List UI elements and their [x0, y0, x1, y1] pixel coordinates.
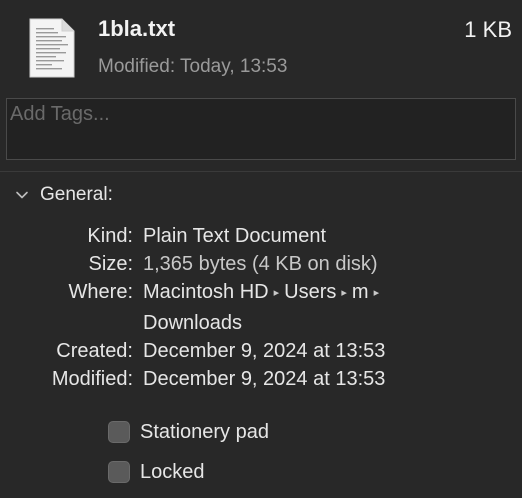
size-row: Size: 1,365 bytes (4 KB on disk)	[0, 250, 522, 278]
section-divider	[0, 171, 522, 172]
modified-label: Modified:	[51, 368, 133, 390]
file-size: 1 KB	[464, 17, 512, 42]
path-separator-icon: ▸	[373, 287, 380, 299]
kind-row: Kind: Plain Text Document	[0, 222, 522, 250]
chevron-down-icon	[16, 191, 28, 199]
where-row: Where: Macintosh HD ▸ Users ▸ m ▸ Downloads	[0, 278, 522, 337]
locked-label: Locked	[140, 460, 205, 483]
where-path: Macintosh HD ▸ Users ▸ m ▸ Downloads	[143, 278, 503, 337]
modified-summary-value: Today, 13:53	[180, 56, 288, 77]
kind-label: Kind:	[87, 225, 133, 247]
path-separator-icon: ▸	[341, 287, 347, 299]
modified-row: Modified: December 9, 2024 at 13:53	[0, 365, 522, 393]
stationery-pad-checkbox-box[interactable]	[108, 421, 130, 443]
path-component[interactable]: Macintosh HD	[143, 281, 269, 303]
path-separator-icon: ▸	[273, 287, 280, 299]
path-component[interactable]: Users	[284, 281, 336, 303]
where-label: Where:	[68, 281, 133, 303]
stationery-pad-checkbox[interactable]: Stationery pad	[108, 418, 269, 446]
created-label: Created:	[56, 340, 133, 362]
add-tags-input[interactable]	[6, 98, 516, 160]
general-info: Kind: Plain Text Document Size: 1,365 by…	[0, 222, 522, 393]
general-section-title: General:	[40, 184, 113, 205]
size-value: 1,365 bytes (4 KB on disk)	[143, 253, 378, 275]
kind-value: Plain Text Document	[143, 225, 327, 247]
stationery-pad-label: Stationery pad	[140, 420, 269, 443]
created-value: December 9, 2024 at 13:53	[143, 340, 386, 362]
created-row: Created: December 9, 2024 at 13:53	[0, 337, 522, 365]
modified-value: December 9, 2024 at 13:53	[143, 368, 386, 390]
general-section-toggle[interactable]: General:	[14, 181, 113, 209]
locked-checkbox-box[interactable]	[108, 461, 130, 483]
size-label: Size:	[88, 253, 133, 275]
path-component[interactable]: m	[352, 281, 369, 303]
file-name: 1bla.txt	[98, 16, 176, 41]
locked-checkbox[interactable]: Locked	[108, 458, 205, 486]
path-component[interactable]: Downloads	[143, 312, 242, 334]
modified-summary-label: Modified:	[98, 56, 176, 77]
file-modified-summary: Modified: Today, 13:53	[98, 56, 287, 78]
file-header: 1bla.txt 1 KB Modified: Today, 13:53	[0, 0, 522, 92]
text-document-icon[interactable]	[28, 18, 76, 78]
